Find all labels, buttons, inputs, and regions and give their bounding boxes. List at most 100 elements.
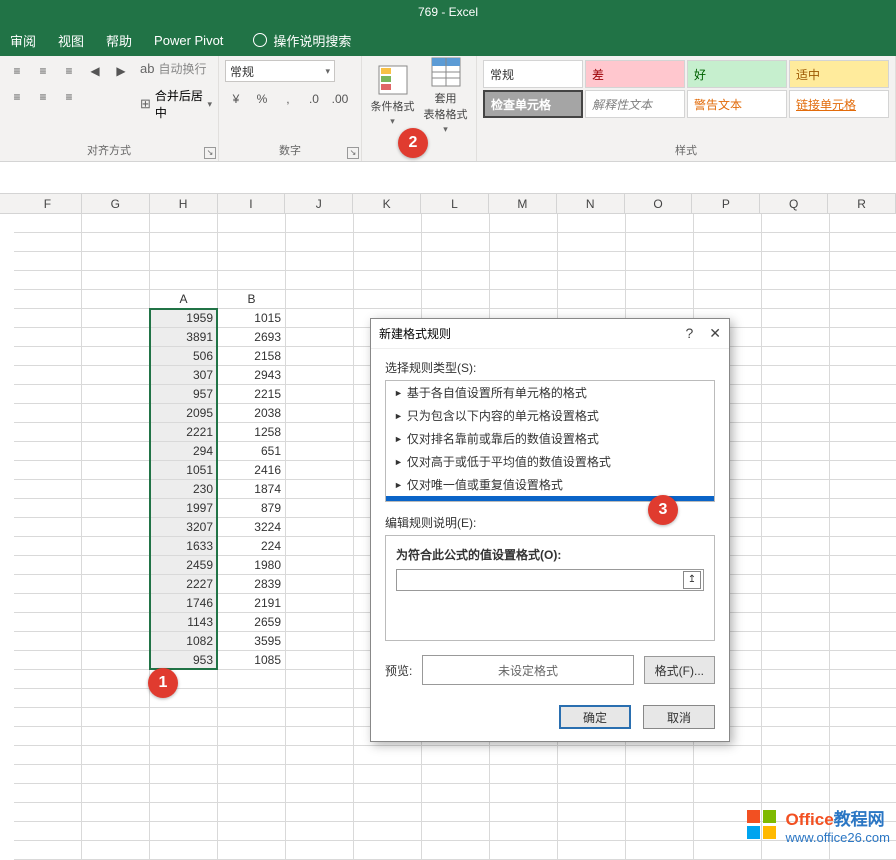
cell[interactable] (762, 366, 830, 385)
cell[interactable] (82, 442, 150, 461)
cell[interactable] (762, 537, 830, 556)
cell[interactable]: 2839 (218, 575, 286, 594)
cell[interactable] (14, 480, 82, 499)
cell[interactable] (354, 271, 422, 290)
cell[interactable] (490, 765, 558, 784)
cell[interactable] (694, 784, 762, 803)
cell[interactable] (422, 271, 490, 290)
alignment-launcher-icon[interactable]: ↘ (204, 147, 216, 159)
cell[interactable]: 1143 (150, 613, 218, 632)
style-check-cell[interactable]: 检查单元格 (483, 90, 583, 118)
cell[interactable] (626, 765, 694, 784)
cell[interactable]: A (150, 290, 218, 309)
cell[interactable] (694, 271, 762, 290)
cell[interactable] (286, 442, 354, 461)
align-top-icon[interactable]: ≡ (6, 60, 28, 82)
cell[interactable] (14, 556, 82, 575)
tab-powerpivot[interactable]: Power Pivot (154, 33, 223, 48)
cell[interactable] (286, 765, 354, 784)
cell[interactable] (218, 784, 286, 803)
column-header[interactable]: F (14, 194, 82, 213)
cell[interactable] (694, 252, 762, 271)
cell[interactable]: 1633 (150, 537, 218, 556)
cell[interactable] (218, 765, 286, 784)
percent-format-icon[interactable]: % (251, 88, 273, 110)
cell[interactable] (626, 841, 694, 860)
cell[interactable] (422, 803, 490, 822)
cell[interactable] (830, 689, 896, 708)
cell[interactable] (14, 404, 82, 423)
cell[interactable] (218, 708, 286, 727)
cell[interactable] (14, 632, 82, 651)
cell[interactable] (762, 594, 830, 613)
cell[interactable] (762, 385, 830, 404)
cell[interactable] (762, 214, 830, 233)
cell[interactable] (150, 252, 218, 271)
cell[interactable] (286, 708, 354, 727)
format-as-table-button[interactable]: 套用 表格格式 ▾ (421, 60, 470, 130)
tab-review[interactable]: 审阅 (10, 31, 36, 50)
cell[interactable] (286, 670, 354, 689)
cell[interactable] (830, 461, 896, 480)
column-header[interactable]: Q (760, 194, 828, 213)
cell[interactable] (354, 822, 422, 841)
style-explanatory-text[interactable]: 解释性文本 (585, 90, 685, 118)
cell[interactable] (490, 271, 558, 290)
cell[interactable] (830, 727, 896, 746)
cell[interactable] (422, 214, 490, 233)
column-header[interactable]: H (150, 194, 218, 213)
cell[interactable] (150, 708, 218, 727)
number-launcher-icon[interactable]: ↘ (347, 147, 359, 159)
cell[interactable] (82, 233, 150, 252)
cell[interactable] (14, 214, 82, 233)
rule-type-item[interactable]: ►仅对唯一值或重复值设置格式 (386, 473, 714, 496)
cell[interactable] (626, 746, 694, 765)
cancel-button[interactable]: 取消 (643, 705, 715, 729)
cell[interactable] (830, 632, 896, 651)
style-warning-text[interactable]: 警告文本 (687, 90, 787, 118)
decrease-indent-icon[interactable]: ◀ (84, 60, 106, 82)
cell[interactable] (82, 309, 150, 328)
cell[interactable] (150, 233, 218, 252)
cell[interactable] (354, 214, 422, 233)
cell[interactable] (762, 708, 830, 727)
cell[interactable] (218, 822, 286, 841)
cell[interactable] (286, 271, 354, 290)
cell[interactable] (286, 613, 354, 632)
cell[interactable] (830, 613, 896, 632)
cell[interactable] (762, 765, 830, 784)
cell[interactable] (14, 689, 82, 708)
cell[interactable] (150, 822, 218, 841)
cell[interactable] (286, 556, 354, 575)
cell[interactable] (830, 442, 896, 461)
cell[interactable] (762, 556, 830, 575)
cell[interactable] (150, 727, 218, 746)
cell[interactable] (82, 784, 150, 803)
cell[interactable] (286, 632, 354, 651)
cell[interactable]: 2416 (218, 461, 286, 480)
cell[interactable] (422, 290, 490, 309)
cell[interactable] (82, 385, 150, 404)
cell[interactable] (14, 366, 82, 385)
cell[interactable] (286, 575, 354, 594)
cell[interactable] (14, 784, 82, 803)
cell[interactable]: 224 (218, 537, 286, 556)
cell[interactable] (354, 765, 422, 784)
cell[interactable] (490, 822, 558, 841)
cell[interactable] (558, 252, 626, 271)
cell[interactable]: 3207 (150, 518, 218, 537)
style-linked-cell[interactable]: 链接单元格 (789, 90, 889, 118)
column-header[interactable]: N (557, 194, 625, 213)
cell[interactable] (286, 233, 354, 252)
cell[interactable]: 879 (218, 499, 286, 518)
cell[interactable] (762, 784, 830, 803)
cell[interactable]: 2215 (218, 385, 286, 404)
cell[interactable]: 2459 (150, 556, 218, 575)
cell[interactable] (490, 841, 558, 860)
cell[interactable]: 3224 (218, 518, 286, 537)
cell[interactable] (626, 271, 694, 290)
cell[interactable] (82, 575, 150, 594)
align-middle-icon[interactable]: ≡ (32, 60, 54, 82)
cell[interactable] (14, 613, 82, 632)
cell[interactable] (286, 423, 354, 442)
